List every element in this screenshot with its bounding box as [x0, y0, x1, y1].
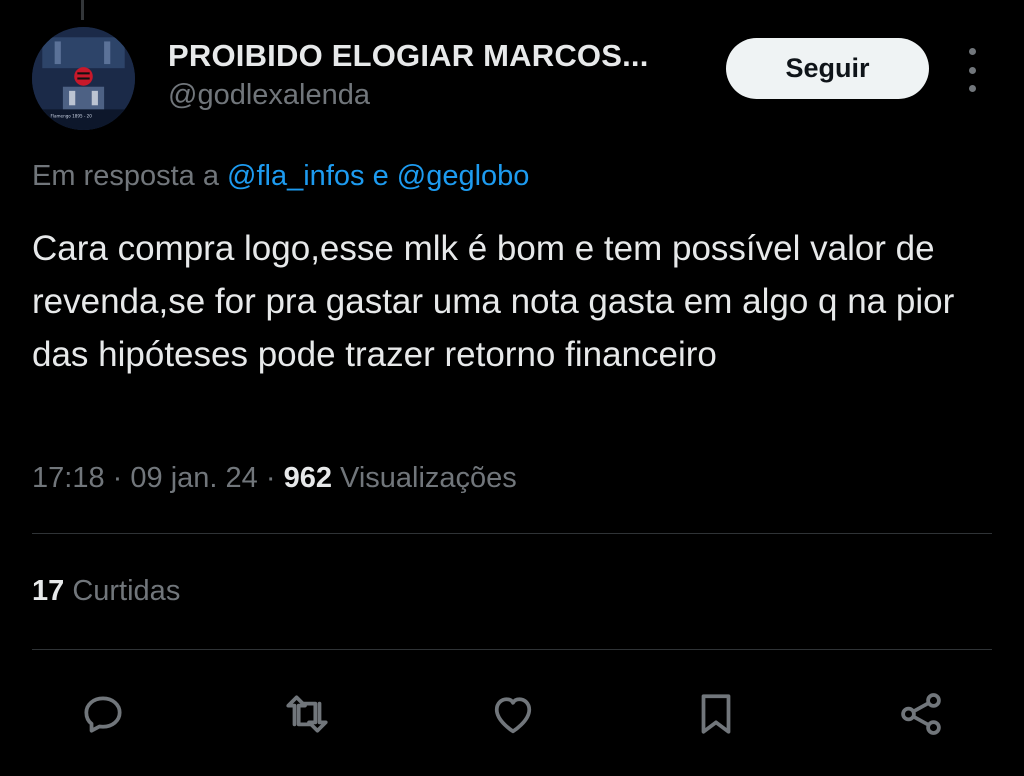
likes-count: 17 — [32, 575, 65, 607]
mention-link-geglobo[interactable]: @geglobo — [397, 160, 530, 192]
divider — [32, 649, 992, 650]
reply-context: Em resposta a @fla_infos e @geglobo — [32, 160, 529, 193]
like-button[interactable] — [485, 686, 541, 742]
more-dot — [968, 48, 976, 55]
meta-dot: · — [265, 462, 276, 494]
mention-separator: e — [372, 160, 389, 192]
follow-button[interactable]: Seguir — [726, 38, 929, 99]
tweet-meta: 17:18 · 09 jan. 24 · 962 Visualizações — [32, 462, 517, 495]
author-handle[interactable]: @godlexalenda — [168, 79, 370, 112]
divider — [32, 533, 992, 534]
views-count: 962 — [283, 462, 332, 494]
avatar[interactable]: Flamengo 1895 - 20 — [32, 27, 135, 130]
reply-icon — [84, 696, 122, 733]
tweet-time[interactable]: 17:18 — [32, 462, 105, 494]
bookmark-icon — [701, 694, 731, 734]
share-button[interactable] — [893, 686, 949, 742]
more-dot — [968, 85, 976, 92]
avatar-caption: Flamengo 1895 - 20 — [51, 114, 93, 119]
meta-dot: · — [112, 462, 123, 494]
like-icon — [494, 697, 532, 734]
tweet-date[interactable]: 09 jan. 24 — [130, 462, 257, 494]
tweet-text: Cara compra logo,esse mlk é bom e tem po… — [32, 229, 955, 374]
avatar-image: Flamengo 1895 - 20 — [32, 27, 135, 130]
retweet-button[interactable] — [279, 686, 335, 742]
mention-link-fla-infos[interactable]: @fla_infos — [227, 160, 364, 192]
views-label: Visualizações — [340, 462, 517, 494]
share-icon — [901, 693, 941, 735]
likes-label: Curtidas — [72, 575, 181, 607]
action-bar — [0, 686, 1024, 742]
bookmark-button[interactable] — [688, 686, 744, 742]
author-display-name[interactable]: PROIBIDO ELOGIAR MARCOS... — [168, 38, 649, 74]
more-vertical-icon[interactable] — [958, 48, 986, 92]
reply-prefix: Em resposta a — [32, 160, 219, 192]
reply-button[interactable] — [75, 686, 131, 742]
thread-connector-line — [81, 0, 84, 20]
retweet-icon — [286, 695, 328, 733]
likes-summary[interactable]: 17 Curtidas — [32, 575, 180, 608]
more-dot — [968, 66, 976, 74]
